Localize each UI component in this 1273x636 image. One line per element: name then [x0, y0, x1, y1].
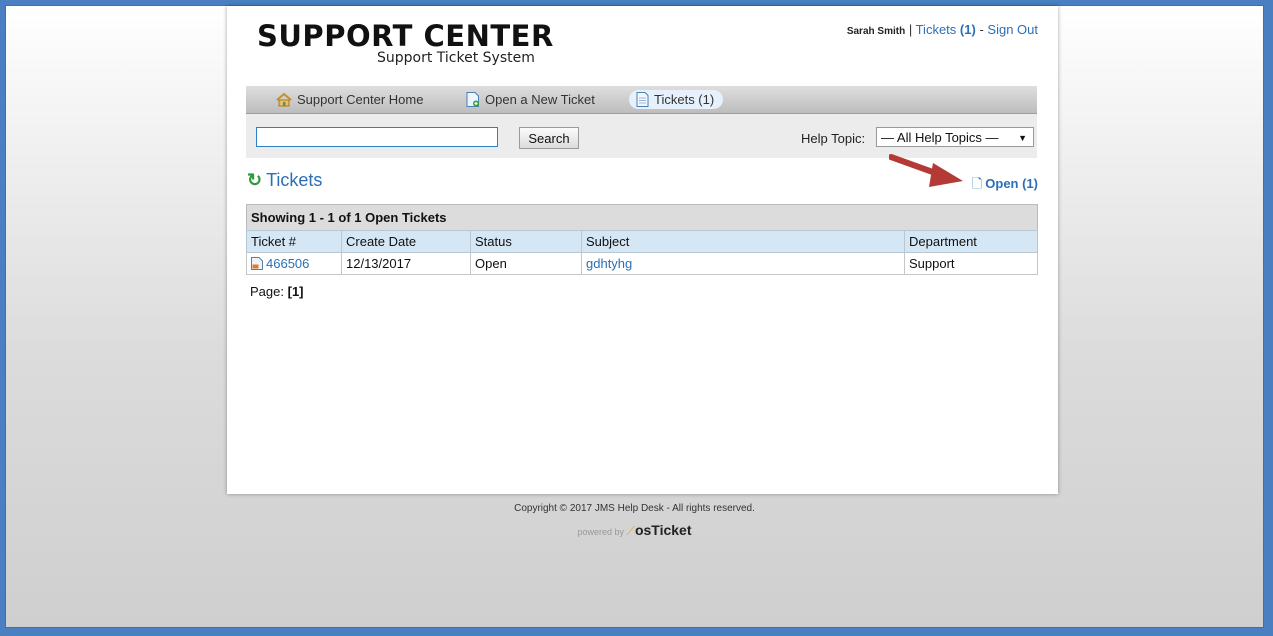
- nav-item-home[interactable]: Support Center Home: [276, 90, 423, 109]
- column-header-status[interactable]: Status: [470, 230, 582, 253]
- page-container: SUPPORT CENTER Support Ticket System Sar…: [227, 6, 1058, 494]
- ticket-doc-icon: [636, 92, 649, 112]
- separator: |: [908, 22, 913, 37]
- osticket-brand: osTicket: [634, 522, 692, 538]
- column-header-subject[interactable]: Subject: [581, 230, 905, 253]
- logo-title: SUPPORT CENTER: [257, 19, 554, 53]
- sign-out-link[interactable]: Sign Out: [987, 22, 1038, 37]
- tickets-title[interactable]: ↻ Tickets: [247, 170, 322, 191]
- open-filter-label: Open (1): [985, 176, 1038, 191]
- nav-item-label: Tickets (1): [654, 92, 715, 107]
- column-header-department[interactable]: Department: [904, 230, 1038, 253]
- tickets-link[interactable]: Tickets (1): [916, 22, 976, 37]
- user-name: Sarah Smith: [846, 26, 906, 37]
- copyright-text: Copyright © 2017 JMS Help Desk - All rig…: [514, 503, 755, 514]
- ticket-file-icon: [251, 257, 263, 270]
- logo-subtitle: Support Ticket System: [377, 50, 535, 66]
- nav-item-label: Support Center Home: [297, 92, 424, 107]
- table-header-row: Ticket # Create Date Status Subject Depa…: [246, 230, 1038, 253]
- help-topic-select[interactable]: — All Help Topics — ▼: [876, 127, 1034, 147]
- status-cell: Open: [470, 252, 582, 275]
- search-bar: Search Help Topic: — All Help Topics — ▼: [246, 114, 1037, 158]
- main-nav: Support Center Home Open a New Ticket Ti…: [246, 86, 1037, 114]
- department-cell: Support: [904, 252, 1038, 275]
- nav-item-label: Open a New Ticket: [485, 92, 595, 107]
- search-input[interactable]: [256, 127, 498, 147]
- tickets-table: Showing 1 - 1 of 1 Open Tickets Ticket #…: [246, 204, 1038, 275]
- help-topic-value: — All Help Topics —: [881, 130, 999, 145]
- new-ticket-icon: [466, 92, 480, 112]
- powered-by-label: powered by: [577, 527, 625, 537]
- home-icon: [276, 92, 292, 112]
- refresh-icon[interactable]: ↻: [247, 170, 262, 190]
- column-header-ticket-number[interactable]: Ticket #: [246, 230, 342, 253]
- nav-item-tickets[interactable]: Tickets (1): [629, 90, 724, 112]
- table-caption: Showing 1 - 1 of 1 Open Tickets: [246, 204, 1038, 230]
- page-label: Page:: [250, 284, 284, 299]
- footer: Copyright © 2017 JMS Help Desk - All rig…: [6, 503, 1263, 539]
- tickets-link-label: Tickets: [915, 22, 957, 37]
- dropdown-arrow-icon: ▼: [1018, 133, 1027, 143]
- pagination: Page: [1]: [250, 284, 304, 299]
- powered-by[interactable]: powered by ⟋osTicket: [6, 522, 1263, 539]
- ticket-number-link[interactable]: 466506: [266, 256, 309, 271]
- osticket-logo-icon: ⟋: [626, 524, 635, 538]
- search-button[interactable]: Search: [519, 127, 579, 149]
- create-date-cell: 12/13/2017: [341, 252, 471, 275]
- tickets-link-count: (1): [959, 22, 976, 37]
- window-frame: SUPPORT CENTER Support Ticket System Sar…: [5, 5, 1264, 628]
- annotation-arrow-icon: [889, 154, 963, 187]
- user-bar: Sarah Smith | Tickets (1) - Sign Out: [847, 22, 1038, 37]
- column-header-create-date[interactable]: Create Date: [341, 230, 471, 253]
- dash: -: [979, 22, 984, 37]
- logo[interactable]: SUPPORT CENTER Support Ticket System: [257, 19, 554, 66]
- tickets-title-label: Tickets: [266, 170, 323, 190]
- table-row: 466506 12/13/2017 Open gdhtyhg Support: [246, 252, 1038, 275]
- ticket-number-cell: 466506: [246, 252, 342, 275]
- nav-item-new-ticket[interactable]: Open a New Ticket: [466, 90, 595, 109]
- subject-link[interactable]: gdhtyhg: [586, 256, 632, 271]
- document-icon: 🗋: [971, 176, 983, 191]
- open-tickets-filter[interactable]: 🗋 Open (1): [972, 175, 1038, 197]
- help-topic-label: Help Topic:: [801, 131, 866, 146]
- subject-cell: gdhtyhg: [581, 252, 905, 275]
- page-current[interactable]: [1]: [288, 284, 304, 299]
